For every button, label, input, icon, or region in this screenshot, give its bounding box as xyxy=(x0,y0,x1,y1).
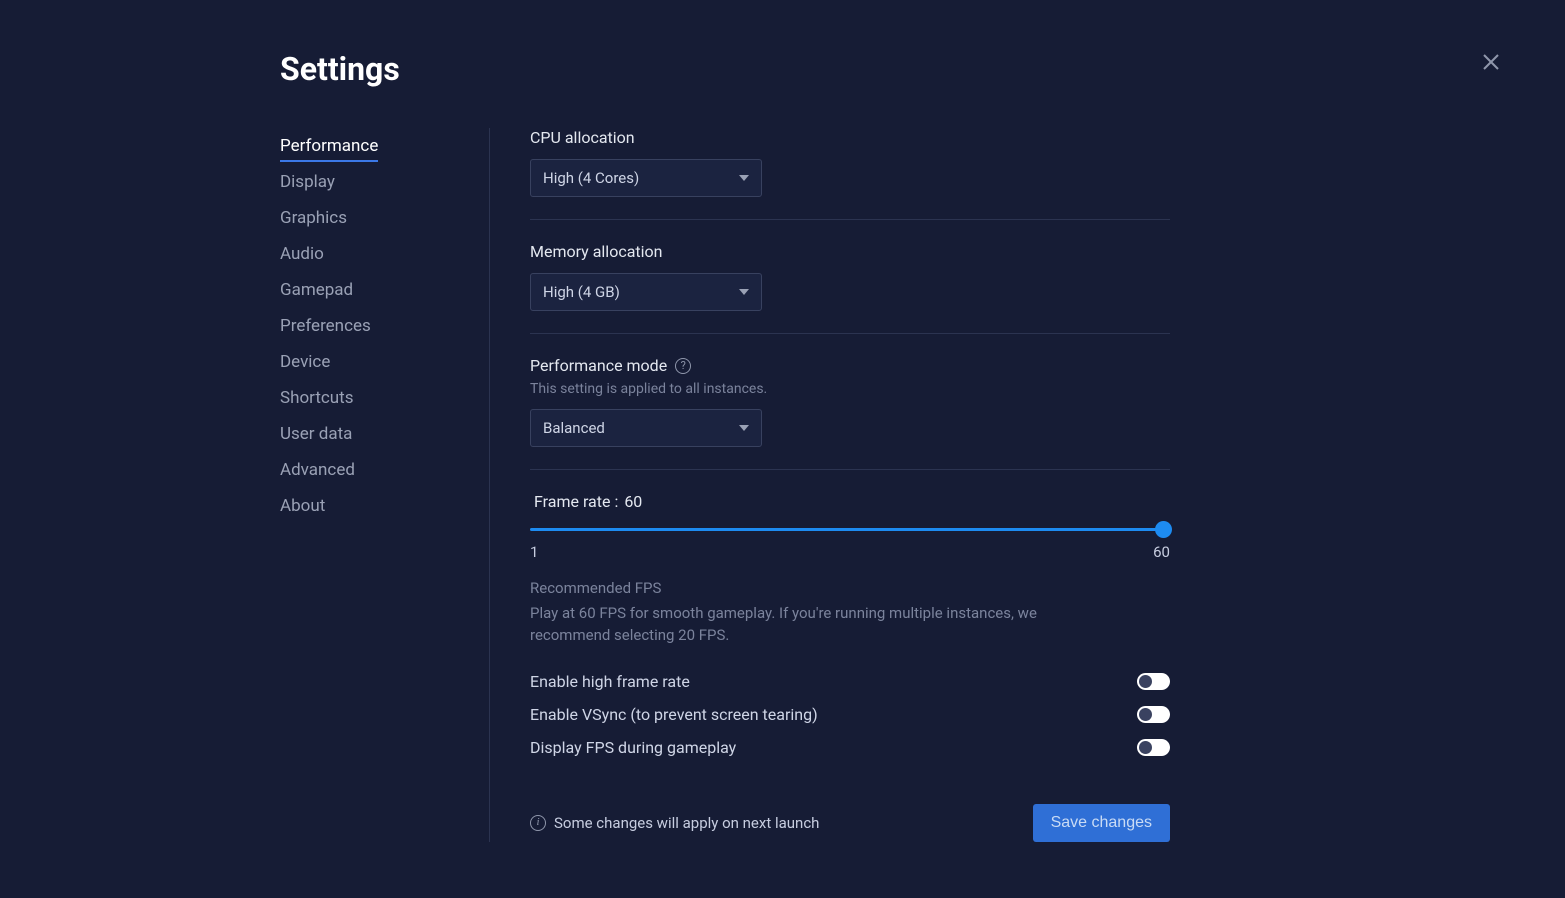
display-fps-toggle[interactable] xyxy=(1137,739,1170,756)
slider-thumb[interactable] xyxy=(1155,521,1172,538)
cpu-allocation-value: High (4 Cores) xyxy=(543,169,639,187)
vsync-toggle[interactable] xyxy=(1137,706,1170,723)
cpu-allocation-label: CPU allocation xyxy=(530,128,1170,147)
memory-allocation-select[interactable]: High (4 GB) xyxy=(530,273,762,311)
sidebar-item-performance[interactable]: Performance xyxy=(280,128,479,164)
sidebar-item-gamepad[interactable]: Gamepad xyxy=(280,272,479,308)
memory-allocation-value: High (4 GB) xyxy=(543,283,620,301)
framerate-label: Frame rate : 60 xyxy=(530,492,1170,511)
framerate-min: 1 xyxy=(530,543,538,561)
performance-mode-hint: This setting is applied to all instances… xyxy=(530,381,1170,397)
settings-panel: CPU allocation High (4 Cores) Memory all… xyxy=(490,128,1170,842)
vsync-label: Enable VSync (to prevent screen tearing) xyxy=(530,705,818,724)
high-framerate-toggle[interactable] xyxy=(1137,673,1170,690)
cpu-allocation-select[interactable]: High (4 Cores) xyxy=(530,159,762,197)
sidebar-item-graphics[interactable]: Graphics xyxy=(280,200,479,236)
sidebar-item-about[interactable]: About xyxy=(280,488,479,524)
recommended-fps-heading: Recommended FPS xyxy=(530,579,1170,597)
chevron-down-icon xyxy=(739,289,749,295)
chevron-down-icon xyxy=(739,425,749,431)
performance-mode-value: Balanced xyxy=(543,419,605,437)
sidebar-item-advanced[interactable]: Advanced xyxy=(280,452,479,488)
settings-sidebar: Performance Display Graphics Audio Gamep… xyxy=(280,128,490,842)
memory-allocation-label: Memory allocation xyxy=(530,242,1170,261)
framerate-max: 60 xyxy=(1153,543,1170,561)
sidebar-item-shortcuts[interactable]: Shortcuts xyxy=(280,380,479,416)
close-icon xyxy=(1481,52,1501,72)
sidebar-item-display[interactable]: Display xyxy=(280,164,479,200)
display-fps-label: Display FPS during gameplay xyxy=(530,738,736,757)
chevron-down-icon xyxy=(739,175,749,181)
sidebar-item-audio[interactable]: Audio xyxy=(280,236,479,272)
page-title: Settings xyxy=(280,50,1505,88)
framerate-slider[interactable] xyxy=(530,519,1170,539)
performance-mode-select[interactable]: Balanced xyxy=(530,409,762,447)
close-button[interactable] xyxy=(1477,48,1505,79)
performance-mode-label: Performance mode ? xyxy=(530,356,1170,375)
high-framerate-label: Enable high frame rate xyxy=(530,672,690,691)
help-icon[interactable]: ? xyxy=(675,358,691,374)
sidebar-item-preferences[interactable]: Preferences xyxy=(280,308,479,344)
recommended-fps-text: Play at 60 FPS for smooth gameplay. If y… xyxy=(530,603,1120,647)
sidebar-item-device[interactable]: Device xyxy=(280,344,479,380)
save-changes-button[interactable]: Save changes xyxy=(1033,804,1170,842)
footer-note: i Some changes will apply on next launch xyxy=(530,814,819,832)
sidebar-item-userdata[interactable]: User data xyxy=(280,416,479,452)
info-icon: i xyxy=(530,815,546,831)
framerate-value: 60 xyxy=(624,492,642,511)
